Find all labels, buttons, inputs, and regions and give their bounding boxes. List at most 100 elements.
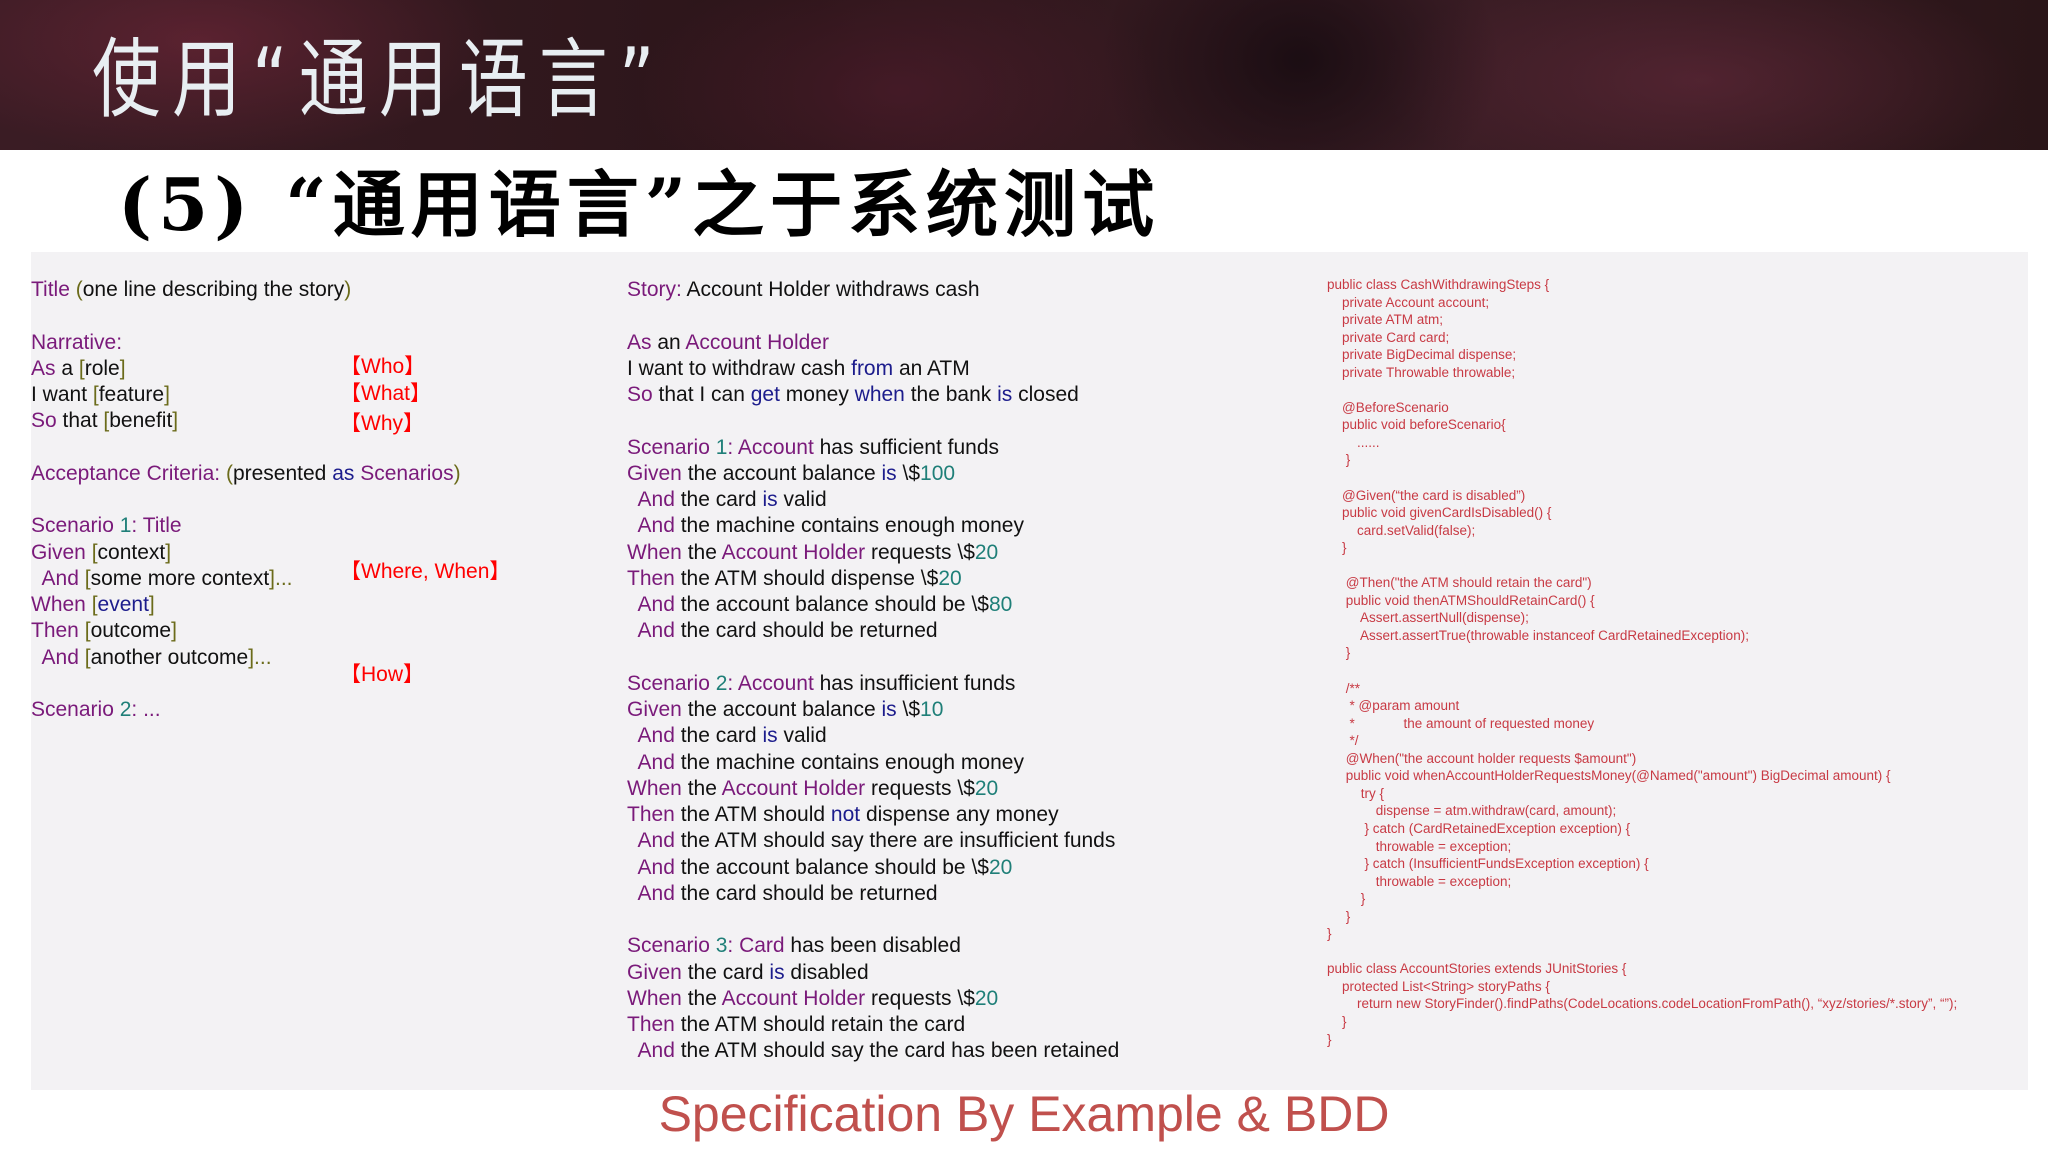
text-segment: the card should be returned bbox=[674, 619, 938, 643]
text-segment: 3 bbox=[715, 934, 728, 958]
text-segment: the ATM should say there are insufficien… bbox=[674, 829, 1116, 853]
tag-how: 【How】 bbox=[340, 663, 425, 686]
text-segment: is bbox=[769, 960, 785, 984]
text-segment: has sufficient funds bbox=[813, 435, 1000, 459]
text-line: Then [outcome] bbox=[31, 618, 591, 644]
text-segment: ]... bbox=[269, 566, 293, 590]
text-segment: And bbox=[627, 881, 675, 905]
text-segment: And bbox=[627, 593, 675, 616]
text-segment: I want to withdraw cash bbox=[627, 356, 852, 380]
text-segment: Story: bbox=[627, 278, 682, 301]
text-segment: As bbox=[627, 330, 652, 354]
text-line: I want [feature] bbox=[31, 382, 591, 408]
code-line: public class CashWithdrawingSteps { bbox=[1327, 277, 1550, 292]
text-segment: Acceptance Criteria: bbox=[31, 461, 221, 485]
text-segment: the card bbox=[674, 488, 763, 511]
text-segment: And bbox=[627, 855, 675, 879]
code-line: throwable = exception; bbox=[1327, 838, 1512, 854]
text-line: Story: Account Holder withdraws cash bbox=[627, 277, 1307, 303]
text-segment: the ATM should dispense \$ bbox=[674, 566, 939, 590]
text-segment: disabled bbox=[784, 960, 869, 984]
slide-title: 使用“通用语言” bbox=[92, 30, 666, 130]
text-segment: When bbox=[627, 540, 682, 564]
text-segment: that bbox=[56, 409, 104, 433]
story-template: Title (one line describing the story) Nar… bbox=[31, 277, 591, 723]
text-segment: requests \$ bbox=[865, 776, 975, 800]
text-segment: And bbox=[627, 619, 675, 643]
text-segment: 2 bbox=[119, 698, 132, 721]
text-segment: Scenario bbox=[627, 934, 716, 958]
code-line: card.setValid(false); bbox=[1327, 522, 1476, 538]
text-segment: And bbox=[627, 514, 675, 538]
text-segment: Account Holder withdraws cash bbox=[681, 278, 980, 301]
text-segment: get bbox=[750, 383, 780, 406]
code-line: } bbox=[1327, 926, 1332, 942]
code-line: return new StoryFinder().findPaths(CodeL… bbox=[1327, 996, 1958, 1012]
text-segment: So bbox=[31, 409, 57, 433]
text-segment: \$ bbox=[896, 698, 921, 721]
code-line: * @param amount bbox=[1327, 698, 1460, 714]
text-segment: the bbox=[681, 776, 722, 800]
text-segment: ] bbox=[164, 383, 170, 406]
text-line: As an Account Holder bbox=[627, 330, 1307, 356]
text-segment: Scenario bbox=[31, 514, 120, 538]
text-segment: the account balance bbox=[681, 698, 882, 721]
text-segment: : Title bbox=[131, 514, 182, 538]
text-line: Scenario 1: Account has sufficient funds bbox=[627, 435, 1307, 461]
text-segment: money bbox=[779, 383, 855, 406]
text-segment: Account Holder bbox=[721, 986, 866, 1010]
text-line: And the machine contains enough money bbox=[627, 750, 1307, 776]
text-segment: And bbox=[627, 724, 675, 748]
text-segment: 20 bbox=[938, 566, 962, 590]
code-line: @When("the account holder requests $amou… bbox=[1327, 750, 1637, 766]
text-segment: And bbox=[627, 488, 675, 511]
text-segment: another outcome bbox=[90, 645, 249, 669]
text-line: Acceptance Criteria: (presented as Scena… bbox=[31, 461, 591, 487]
code-line: public void beforeScenario{ bbox=[1327, 417, 1506, 433]
text-segment: Scenario bbox=[31, 698, 120, 721]
text-segment: ) bbox=[344, 278, 352, 301]
text-segment: valid bbox=[777, 488, 827, 511]
text-segment: ] bbox=[172, 409, 179, 433]
text-segment: : Account bbox=[727, 435, 814, 459]
text-segment: I want bbox=[31, 383, 93, 406]
text-segment: : Card bbox=[727, 934, 785, 958]
text-line: Given the account balance is \$10 bbox=[627, 697, 1307, 723]
text-line: And the card should be returned bbox=[627, 881, 1307, 907]
text-line: When the Account Holder requests \$20 bbox=[627, 540, 1307, 566]
code-sample: public class CashWithdrawingSteps { priv… bbox=[1327, 276, 1957, 1048]
text-segment: the bbox=[681, 540, 722, 564]
text-segment: the ATM should say the card has been ret… bbox=[674, 1039, 1120, 1063]
code-line: private Card card; bbox=[1327, 329, 1450, 345]
text-segment: requests \$ bbox=[865, 986, 975, 1010]
code-line: private ATM atm; bbox=[1327, 312, 1444, 328]
code-line: @BeforeScenario bbox=[1327, 399, 1449, 415]
text-segment: is bbox=[762, 724, 778, 748]
text-line: And [another outcome]... bbox=[31, 645, 591, 671]
text-segment: the card bbox=[674, 724, 763, 748]
text-segment: : Account bbox=[727, 671, 814, 695]
code-line: private BigDecimal dispense; bbox=[1327, 347, 1517, 363]
text-segment: Narrative: bbox=[31, 330, 123, 354]
text-line: I want to withdraw cash from an ATM bbox=[627, 356, 1307, 382]
header-banner: 使用“通用语言” bbox=[0, 0, 2048, 150]
text-segment: 10 bbox=[920, 698, 944, 721]
text-segment: valid bbox=[777, 724, 827, 748]
text-segment: As bbox=[31, 356, 56, 380]
text-line: And the machine contains enough money bbox=[627, 513, 1307, 539]
text-segment: Account Holder bbox=[721, 776, 866, 800]
code-line: } catch (InsufficientFundsException exce… bbox=[1327, 856, 1649, 872]
text-segment: 20 bbox=[974, 540, 999, 564]
text-segment: has insufficient funds bbox=[813, 671, 1016, 695]
text-segment: And bbox=[627, 1039, 675, 1063]
text-segment: Given bbox=[627, 698, 682, 721]
text-segment: the ATM should retain the card bbox=[674, 1013, 966, 1036]
text-segment: some more context bbox=[90, 566, 270, 590]
text-segment: ( bbox=[75, 278, 83, 301]
text-segment: is bbox=[881, 461, 897, 485]
text-segment: is bbox=[762, 488, 778, 511]
